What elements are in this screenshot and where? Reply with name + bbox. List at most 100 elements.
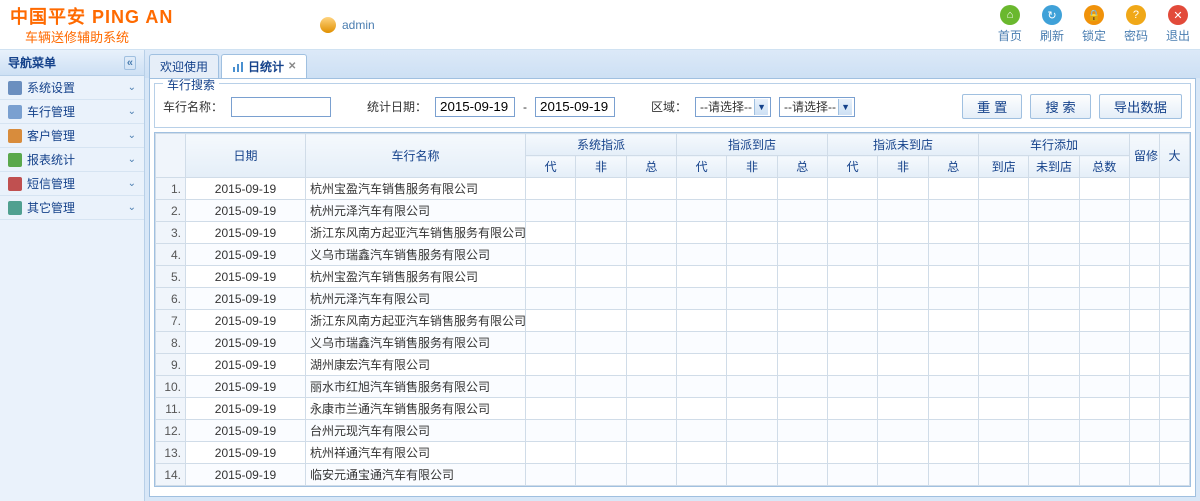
sub-zong[interactable]: 总 <box>777 156 827 178</box>
cell-value <box>626 222 676 244</box>
date-from-input[interactable] <box>435 97 515 117</box>
cell-value <box>978 420 1028 442</box>
sub-zong[interactable]: 总 <box>928 156 978 178</box>
sidebar-item-其它管理[interactable]: 其它管理⌄ <box>0 196 144 220</box>
area-select-1[interactable]: --请选择--▼ <box>695 97 771 117</box>
table-row[interactable]: 5.2015-09-19杭州宝盈汽车销售服务有限公司 <box>156 266 1190 288</box>
table-row[interactable]: 4.2015-09-19义乌市瑞鑫汽车销售服务有限公司 <box>156 244 1190 266</box>
cell-value <box>928 200 978 222</box>
header-退出-button[interactable]: ✕退出 <box>1166 5 1190 44</box>
tab-欢迎使用[interactable]: 欢迎使用 <box>149 54 219 78</box>
sub-dai[interactable]: 代 <box>526 156 576 178</box>
table-row[interactable]: 1.2015-09-19杭州宝盈汽车销售服务有限公司 <box>156 178 1190 200</box>
export-button[interactable]: 导出数据 <box>1099 94 1182 119</box>
sub-fei[interactable]: 非 <box>727 156 777 178</box>
sidebar-item-报表统计[interactable]: 报表统计⌄ <box>0 148 144 172</box>
col-group-not-arrived[interactable]: 指派未到店 <box>827 134 978 156</box>
col-date[interactable]: 日期 <box>186 134 306 178</box>
search-button[interactable]: 搜 索 <box>1030 94 1090 119</box>
sub-fei[interactable]: 非 <box>576 156 626 178</box>
sidebar-item-系统设置[interactable]: 系统设置⌄ <box>0 76 144 100</box>
cell-value <box>676 200 726 222</box>
table-row[interactable]: 7.2015-09-19浙江东风南方起亚汽车销售服务有限公司 <box>156 310 1190 332</box>
cell-value <box>777 244 827 266</box>
header-刷新-button[interactable]: ↻刷新 <box>1040 5 1064 44</box>
cell-value <box>1130 376 1160 398</box>
sub-zongshu[interactable]: 总数 <box>1079 156 1129 178</box>
table-row[interactable]: 6.2015-09-19杭州元泽汽车有限公司 <box>156 288 1190 310</box>
sidebar-item-短信管理[interactable]: 短信管理⌄ <box>0 172 144 196</box>
app-header: 中国平安 PING AN 车辆送修辅助系统 admin ⌂首页↻刷新🔒锁定?密码… <box>0 0 1200 50</box>
header-密码-button[interactable]: ?密码 <box>1124 5 1148 44</box>
cell-value <box>978 244 1028 266</box>
col-group-arrived[interactable]: 指派到店 <box>676 134 827 156</box>
cell-value <box>1029 420 1079 442</box>
table-row[interactable]: 2.2015-09-19杭州元泽汽车有限公司 <box>156 200 1190 222</box>
cell-name: 杭州宝盈汽车销售服务有限公司 <box>306 178 526 200</box>
col-name[interactable]: 车行名称 <box>306 134 526 178</box>
sub-fei[interactable]: 非 <box>878 156 928 178</box>
cell-value <box>1160 200 1190 222</box>
sidebar-item-客户管理[interactable]: 客户管理⌄ <box>0 124 144 148</box>
close-icon[interactable]: ✕ <box>288 61 296 72</box>
cell-value <box>727 442 777 464</box>
table-row[interactable]: 13.2015-09-19杭州祥通汽车有限公司 <box>156 442 1190 464</box>
cell-name: 杭州宝盈汽车销售服务有限公司 <box>306 266 526 288</box>
cell-value <box>1160 464 1190 486</box>
table-row[interactable]: 14.2015-09-19临安元通宝通汽车有限公司 <box>156 464 1190 486</box>
sub-dai[interactable]: 代 <box>676 156 726 178</box>
cell-value <box>1029 442 1079 464</box>
cell-value <box>727 332 777 354</box>
date-sep: - <box>523 100 527 114</box>
tab-bar: 欢迎使用日统计✕ <box>145 50 1200 78</box>
cell-value <box>576 222 626 244</box>
reset-button[interactable]: 重 置 <box>962 94 1022 119</box>
cell-value <box>878 288 928 310</box>
sub-weidaodian[interactable]: 未到店 <box>1029 156 1079 178</box>
table-row[interactable]: 3.2015-09-19浙江东风南方起亚汽车销售服务有限公司 <box>156 222 1190 244</box>
name-input[interactable] <box>231 97 331 117</box>
col-da[interactable]: 大 <box>1160 134 1190 178</box>
table-row[interactable]: 9.2015-09-19湖州康宏汽车有限公司 <box>156 354 1190 376</box>
cell-value <box>526 200 576 222</box>
cell-value <box>1130 332 1160 354</box>
sidebar-collapse-icon[interactable]: « <box>124 56 136 70</box>
table-row[interactable]: 10.2015-09-19丽水市红旭汽车销售服务有限公司 <box>156 376 1190 398</box>
cell-name: 永康市兰通汽车销售服务有限公司 <box>306 398 526 420</box>
col-group-system[interactable]: 系统指派 <box>526 134 677 156</box>
sub-daodian[interactable]: 到店 <box>978 156 1028 178</box>
col-group-added[interactable]: 车行添加 <box>978 134 1129 156</box>
header-锁定-button[interactable]: 🔒锁定 <box>1082 5 1106 44</box>
cell-value <box>1160 442 1190 464</box>
chevron-down-icon: ▼ <box>754 99 768 115</box>
name-label: 车行名称： <box>163 98 223 115</box>
cell-value <box>1160 222 1190 244</box>
header-首页-button[interactable]: ⌂首页 <box>998 5 1022 44</box>
table-row[interactable]: 11.2015-09-19永康市兰通汽车销售服务有限公司 <box>156 398 1190 420</box>
col-liuxiu[interactable]: 留修 <box>1130 134 1160 178</box>
cell-value <box>1160 310 1190 332</box>
cell-value <box>1130 200 1160 222</box>
cell-value <box>1160 178 1190 200</box>
sub-dai[interactable]: 代 <box>827 156 877 178</box>
table-row[interactable]: 12.2015-09-19台州元现汽车有限公司 <box>156 420 1190 442</box>
cell-value <box>1029 178 1079 200</box>
cell-name: 台州元现汽车有限公司 <box>306 420 526 442</box>
cell-value <box>978 442 1028 464</box>
date-to-input[interactable] <box>535 97 615 117</box>
logo-sub: 车辆送修辅助系统 <box>10 27 173 46</box>
sidebar-title: 导航菜单 <box>8 54 56 71</box>
sidebar-item-车行管理[interactable]: 车行管理⌄ <box>0 100 144 124</box>
cell-value <box>928 178 978 200</box>
cell-value <box>727 222 777 244</box>
sub-zong[interactable]: 总 <box>626 156 676 178</box>
logo-main: 中国平安 PING AN <box>10 3 173 29</box>
cell-value <box>1029 376 1079 398</box>
logo: 中国平安 PING AN 车辆送修辅助系统 <box>0 3 173 46</box>
table-row[interactable]: 8.2015-09-19义乌市瑞鑫汽车销售服务有限公司 <box>156 332 1190 354</box>
cell-value <box>676 332 726 354</box>
tab-日统计[interactable]: 日统计✕ <box>221 54 307 78</box>
chevron-down-icon: ⌄ <box>128 106 136 117</box>
首页-icon: ⌂ <box>1000 5 1020 25</box>
area-select-2[interactable]: --请选择--▼ <box>779 97 855 117</box>
